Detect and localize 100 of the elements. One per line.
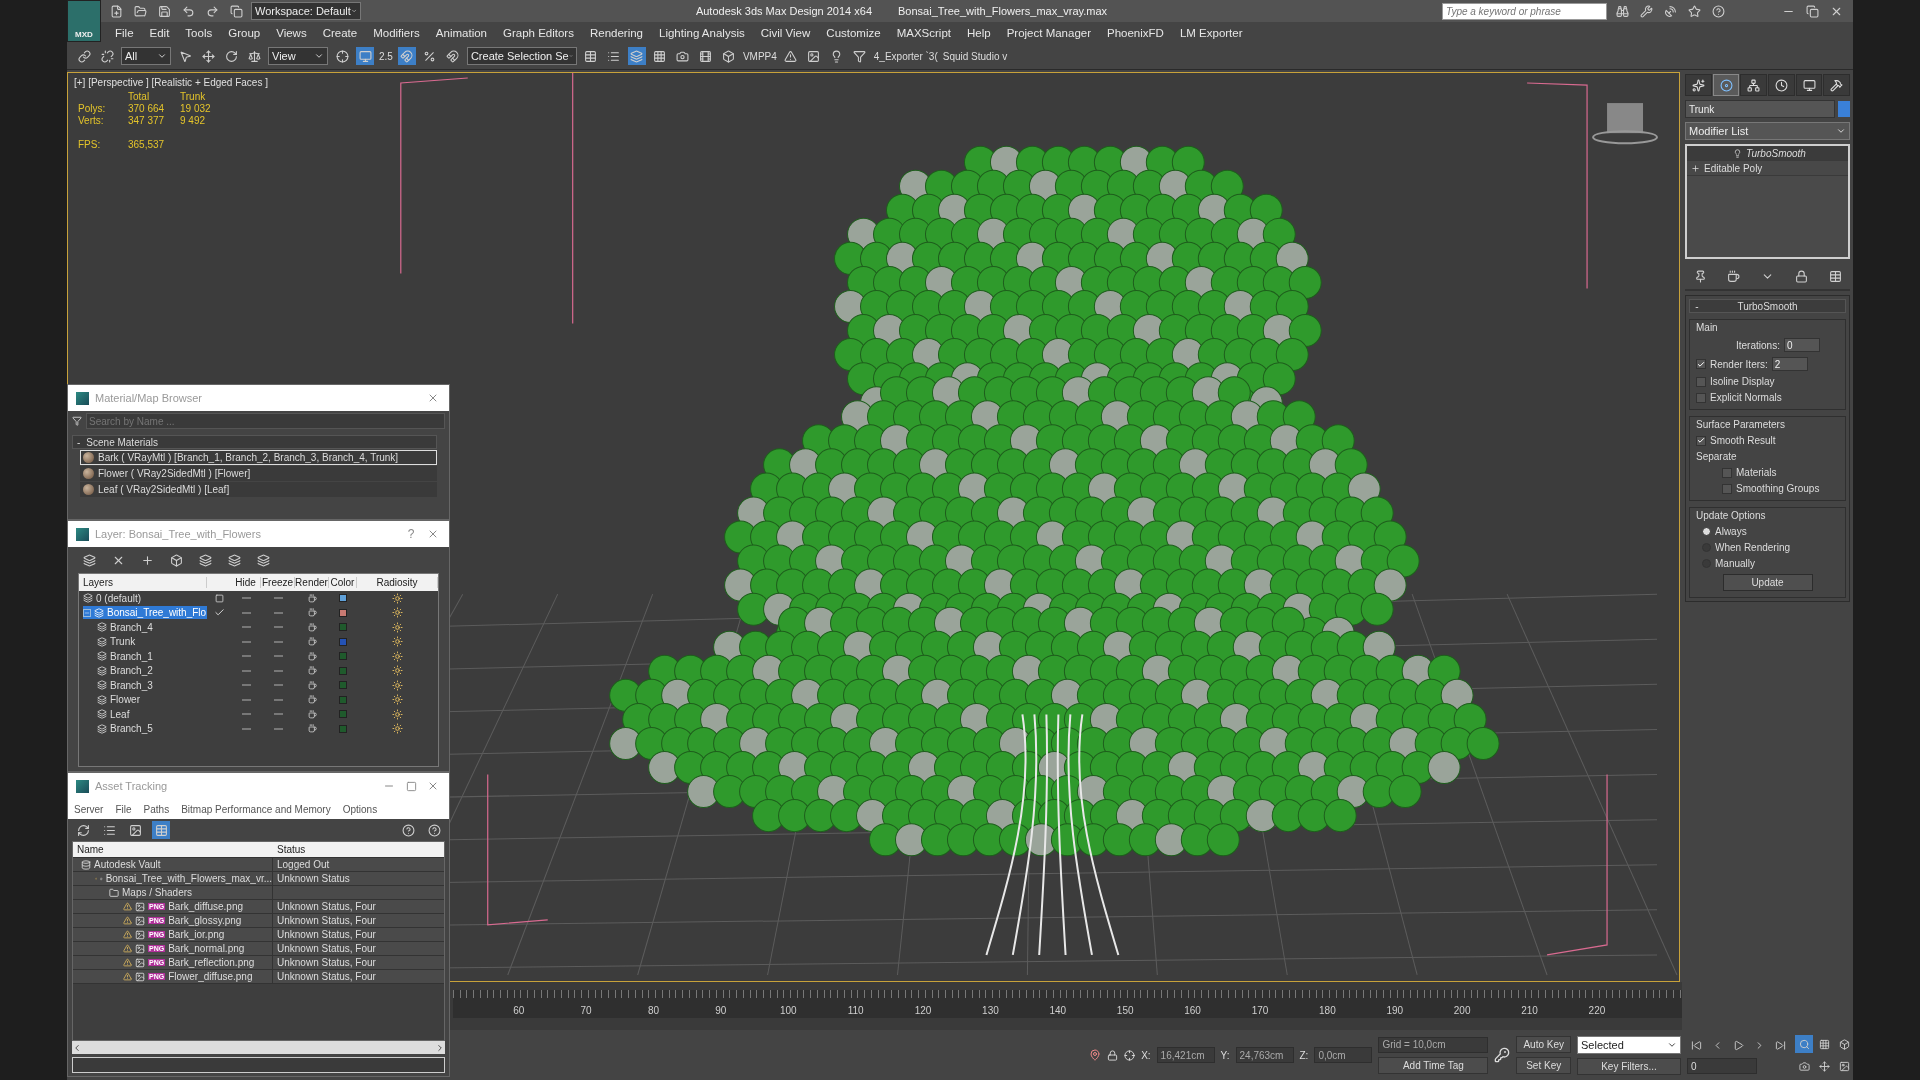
caret-icon[interactable]	[1836, 126, 1846, 136]
modify-tab[interactable]	[1712, 74, 1740, 96]
asset-item[interactable]: Autodesk Vault	[73, 858, 273, 871]
app-menu-button[interactable]: MXD	[67, 0, 101, 42]
cup-icon[interactable]	[307, 593, 317, 603]
sun-icon[interactable]	[392, 607, 403, 619]
freeze-toggle[interactable]	[273, 640, 283, 643]
reference-coordinate-dropdown[interactable]: View	[268, 47, 328, 65]
hierarchy-tab[interactable]	[1740, 74, 1767, 96]
render-iters-field[interactable]: 2	[1771, 357, 1808, 371]
object-color-swatch[interactable]	[1838, 101, 1850, 117]
copy-icon[interactable]	[227, 2, 245, 20]
create-tab[interactable]	[1685, 74, 1712, 96]
menu-item[interactable]: Tools	[177, 26, 221, 39]
hide-toggle[interactable]	[241, 640, 251, 643]
freeze-toggle[interactable]	[273, 727, 283, 730]
hide-toggle[interactable]	[241, 611, 251, 614]
menu-item[interactable]: LM Exporter	[1171, 26, 1251, 39]
section-header[interactable]: - Scene Materials	[72, 435, 437, 449]
input-field[interactable]	[72, 1057, 445, 1073]
wrench-icon[interactable]	[1637, 2, 1655, 20]
checkbox[interactable]	[1696, 435, 1706, 446]
menu-item[interactable]: Project Manager	[998, 26, 1099, 39]
checkbox[interactable]	[1722, 467, 1732, 478]
monitor-icon[interactable]	[356, 47, 374, 65]
filter-icon[interactable]	[72, 416, 82, 426]
hide-toggle[interactable]	[241, 698, 251, 701]
layer-item[interactable]: Branch_2	[97, 664, 207, 678]
move-icon[interactable]	[199, 47, 217, 65]
coordinate-field[interactable]: 16,421cm	[1156, 1047, 1215, 1063]
menu-item[interactable]: Civil View	[752, 26, 819, 39]
sun-icon[interactable]	[392, 592, 403, 604]
sun-icon[interactable]	[392, 723, 403, 735]
menu-item[interactable]: Customize	[818, 26, 889, 39]
cup-icon[interactable]	[307, 695, 317, 705]
key-icon[interactable]	[1494, 1047, 1511, 1063]
add-time-tag-button[interactable]: Add Time Tag	[1378, 1056, 1489, 1074]
help-icon[interactable]	[1709, 2, 1727, 20]
cup-icon[interactable]	[307, 608, 317, 618]
view-cube-icon[interactable]	[1592, 103, 1658, 145]
menu-item[interactable]: Animation	[427, 26, 495, 39]
layer-item[interactable]: 0 (default)	[83, 591, 207, 605]
auto-key-button[interactable]: Auto Key	[1516, 1036, 1571, 1053]
menu-item[interactable]: Graph Editors	[495, 26, 582, 39]
freeze-toggle[interactable]	[273, 669, 283, 672]
color-swatch[interactable]	[339, 594, 347, 603]
menu-item[interactable]: Rendering	[581, 26, 651, 39]
color-swatch[interactable]	[339, 695, 347, 704]
freeze-toggle[interactable]	[273, 684, 283, 687]
freeze-toggle[interactable]	[273, 597, 283, 600]
menu-item[interactable]: Modifiers	[365, 26, 428, 39]
checkbox[interactable]	[1696, 359, 1706, 369]
key-filters-button[interactable]: Key Filters...	[1577, 1057, 1681, 1075]
viewport-label[interactable]: [+] [Perspective ] [Realistic + Edged Faces ]	[74, 77, 268, 88]
menu-item[interactable]: MAXScript	[888, 26, 959, 39]
hide-toggle[interactable]	[241, 597, 251, 600]
hide-toggle[interactable]	[241, 727, 251, 730]
search-field[interactable]: Search by Name ...	[86, 413, 445, 429]
menu-item[interactable]: Bitmap Performance and Memory	[181, 803, 331, 815]
material-item[interactable]: Bark ( VRayMtl ) [Branch_1, Branch_2, Branch_3, Branch_4, Trunk]	[80, 450, 437, 465]
help-icon[interactable]	[399, 821, 417, 839]
menu-item[interactable]: Lighting Analysis	[651, 26, 753, 39]
selection-filter-dropdown[interactable]: All	[121, 47, 171, 65]
checkbox[interactable]	[1696, 392, 1706, 403]
menu-item[interactable]: Edit	[141, 26, 178, 39]
utilities-tab[interactable]	[1823, 74, 1851, 96]
sun-icon[interactable]	[392, 621, 403, 633]
checkbox[interactable]	[1696, 376, 1706, 387]
menu-item[interactable]: Paths	[143, 803, 170, 815]
display-tab[interactable]	[1795, 74, 1823, 96]
sun-icon[interactable]	[392, 708, 403, 720]
sun-icon[interactable]	[392, 665, 403, 677]
color-swatch[interactable]	[339, 666, 347, 675]
named-selection-dropdown[interactable]: Create Selection Se	[466, 47, 577, 65]
menu-item[interactable]: Create	[314, 26, 366, 39]
frame-field[interactable]: 0	[1687, 1058, 1757, 1074]
modifier-stack-item[interactable]: TurboSmooth	[1687, 146, 1848, 161]
modifier-list-dropdown[interactable]: Modifier List	[1685, 122, 1850, 140]
freeze-toggle[interactable]	[273, 626, 283, 629]
caret-icon[interactable]	[314, 51, 324, 61]
hide-toggle[interactable]	[241, 684, 251, 687]
color-swatch[interactable]	[339, 608, 347, 617]
table-icon[interactable]	[152, 821, 170, 839]
freeze-toggle[interactable]	[273, 655, 283, 658]
cup-icon[interactable]	[307, 651, 317, 661]
workspace-dropdown[interactable]: Workspace: Default	[251, 2, 361, 20]
hide-toggle[interactable]	[241, 626, 251, 629]
motion-tab[interactable]	[1768, 74, 1795, 96]
cup-icon[interactable]	[307, 724, 317, 734]
color-swatch[interactable]	[339, 681, 347, 690]
lock-icon[interactable]	[1107, 1049, 1119, 1061]
material-item[interactable]: Leaf ( VRay2SidedMtl ) [Leaf]	[80, 482, 437, 497]
menu-item[interactable]: Views	[268, 26, 315, 39]
caret-icon[interactable]	[157, 51, 167, 61]
menu-item[interactable]: Help	[959, 26, 999, 39]
sun-icon[interactable]	[392, 636, 403, 648]
hide-toggle[interactable]	[241, 669, 251, 672]
modifier-stack-item[interactable]: Editable Poly	[1687, 161, 1848, 176]
layer-item[interactable]: Flower	[97, 693, 207, 707]
layer-item[interactable]: Branch_5	[97, 722, 207, 736]
